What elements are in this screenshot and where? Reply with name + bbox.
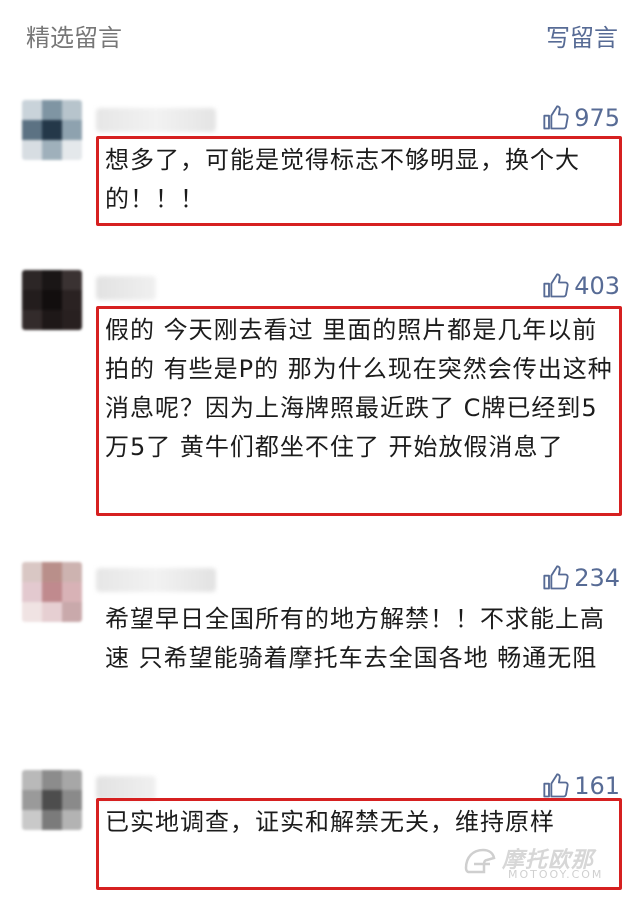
avatar-mosaic-tile (42, 770, 62, 790)
comments-header: 精选留言 写留言 (0, 0, 640, 70)
comment-body: 希望早日全国所有的地方解禁！！不求能上高速 只希望能骑着摩托车去全国各地 畅通无… (99, 598, 620, 680)
avatar-mosaic-tile (62, 810, 82, 830)
avatar-mosaic-tile (22, 310, 42, 330)
avatar-mosaic-tile (62, 790, 82, 810)
site-watermark: 摩托欧那 MOTOOY.COM (460, 840, 620, 890)
thumbs-up-icon (543, 273, 569, 298)
avatar-mosaic-tile (42, 790, 62, 810)
avatar-mosaic-tile (42, 582, 62, 602)
avatar-mosaic-tile (42, 810, 62, 830)
nickname-blurred[interactable] (96, 776, 156, 800)
avatar-mosaic-tile (62, 562, 82, 582)
avatar-mosaic-tile (42, 100, 62, 120)
like-count: 234 (574, 564, 620, 592)
thumbs-up-icon (543, 565, 569, 590)
avatar[interactable] (22, 562, 82, 622)
avatar-mosaic-tile (62, 120, 82, 140)
avatar-mosaic-tile (62, 290, 82, 310)
avatar-mosaic-tile (62, 582, 82, 602)
avatar-mosaic-tile (42, 290, 62, 310)
like-count: 161 (574, 772, 620, 800)
helmet-logo-icon (464, 848, 496, 874)
avatar-mosaic-tile (42, 562, 62, 582)
avatar-mosaic-tile (62, 100, 82, 120)
like-button[interactable]: 234 (542, 564, 620, 592)
avatar-mosaic-tile (22, 140, 42, 160)
avatar-mosaic-tile (62, 310, 82, 330)
avatar-mosaic-tile (42, 310, 62, 330)
thumbs-up-icon (543, 105, 569, 130)
avatar-mosaic-tile (22, 770, 42, 790)
avatar-mosaic-tile (62, 770, 82, 790)
comment-text: 假的 今天刚去看过 里面的照片都是几年以前拍的 有些是P的 那为什么现在突然会传… (105, 316, 613, 461)
avatar-mosaic-tile (22, 120, 42, 140)
avatar-mosaic-tile (22, 100, 42, 120)
avatar-mosaic-tile (22, 562, 42, 582)
avatar[interactable] (22, 770, 82, 830)
like-button[interactable]: 975 (542, 104, 620, 132)
nickname-blurred[interactable] (96, 568, 216, 592)
avatar-mosaic-tile (22, 270, 42, 290)
avatar-mosaic-tile (42, 602, 62, 622)
avatar-mosaic-tile (42, 120, 62, 140)
like-count: 975 (574, 104, 620, 132)
like-button[interactable]: 403 (542, 272, 620, 300)
avatar-mosaic-tile (42, 270, 62, 290)
avatar-mosaic-tile (22, 790, 42, 810)
featured-comments-title: 精选留言 (26, 24, 122, 52)
watermark-url: MOTOOY.COM (508, 868, 604, 881)
avatar-mosaic-tile (62, 140, 82, 160)
avatar[interactable] (22, 270, 82, 330)
like-count: 403 (574, 272, 620, 300)
comment-text: 希望早日全国所有的地方解禁！！不求能上高速 只希望能骑着摩托车去全国各地 畅通无… (105, 605, 605, 672)
nickname-blurred[interactable] (96, 108, 216, 132)
comment-highlight-box: 假的 今天刚去看过 里面的照片都是几年以前拍的 有些是P的 那为什么现在突然会传… (96, 306, 622, 516)
thumbs-up-icon (543, 773, 569, 798)
nickname-blurred[interactable] (96, 276, 156, 300)
avatar-mosaic-tile (62, 270, 82, 290)
comment-text: 已实地调查，证实和解禁无关，维持原样 (105, 808, 555, 836)
avatar-mosaic-tile (22, 602, 42, 622)
avatar-mosaic-tile (22, 810, 42, 830)
avatar[interactable] (22, 100, 82, 160)
avatar-mosaic-tile (22, 582, 42, 602)
avatar-mosaic-tile (42, 140, 62, 160)
like-button[interactable]: 161 (542, 772, 620, 800)
comment-highlight-box: 想多了，可能是觉得标志不够明显，换个大的！！！ (96, 136, 622, 226)
comment-text: 想多了，可能是觉得标志不够明显，换个大的！！！ (105, 146, 580, 213)
avatar-mosaic-tile (22, 290, 42, 310)
avatar-mosaic-tile (62, 602, 82, 622)
write-comment-button[interactable]: 写留言 (546, 18, 618, 53)
